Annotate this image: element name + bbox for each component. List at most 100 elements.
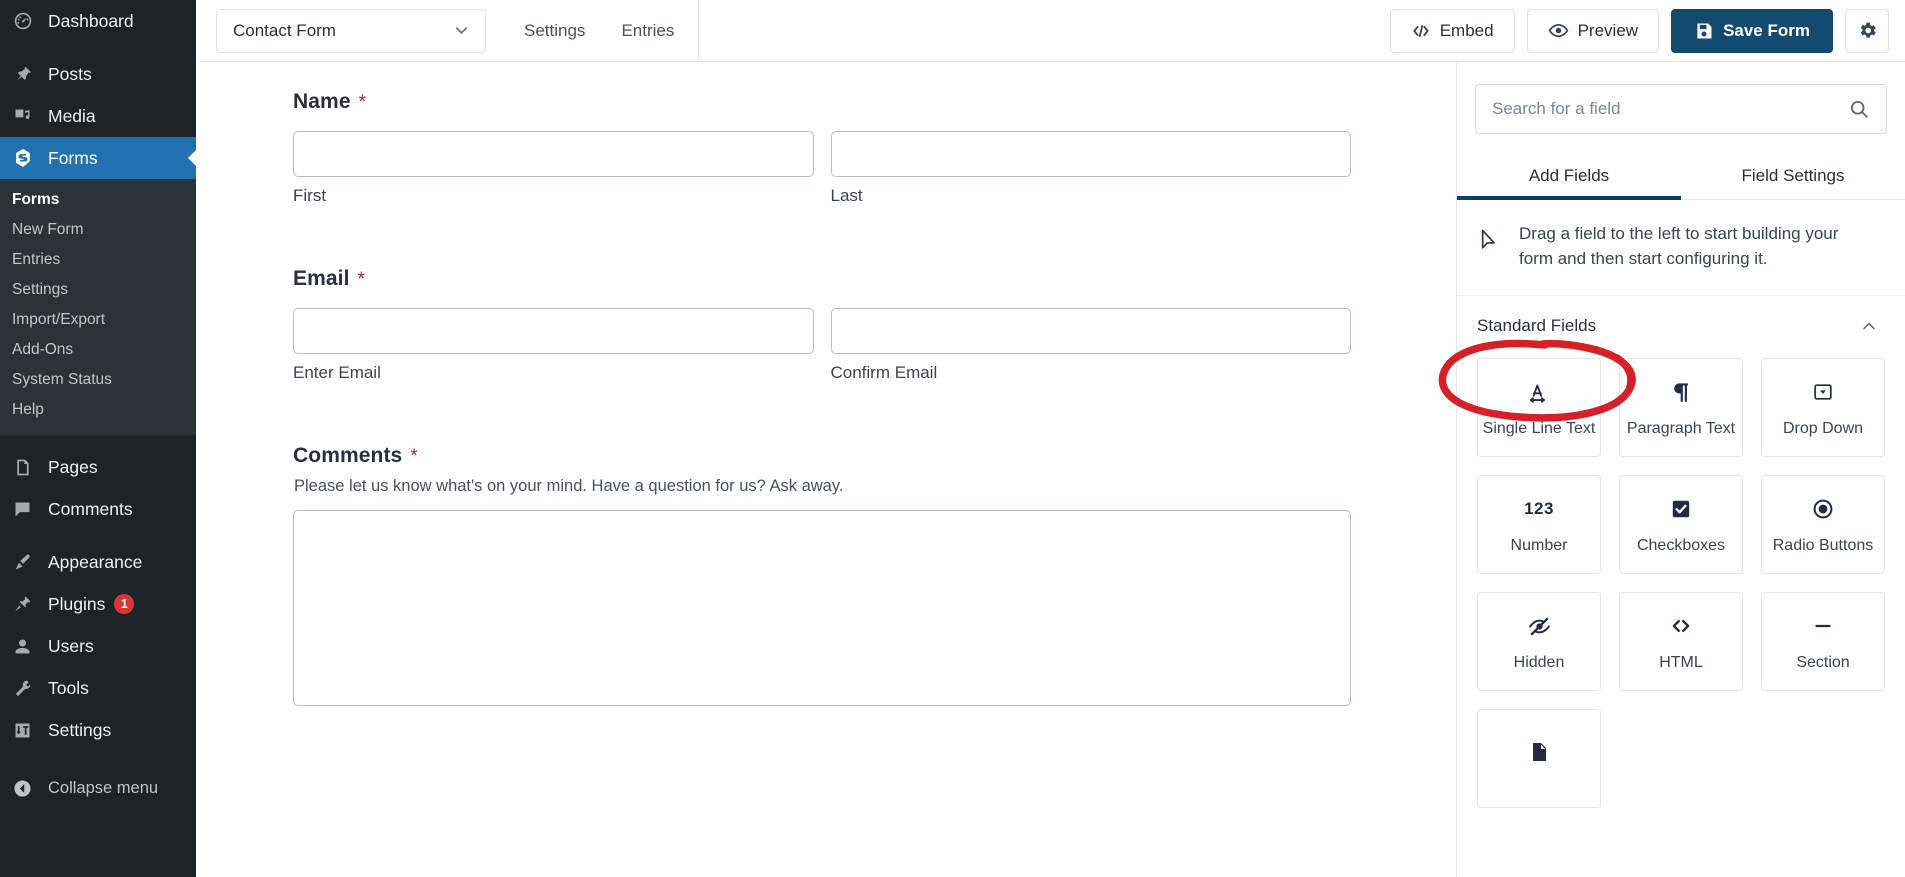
save-form-button[interactable]: Save Form [1671, 8, 1833, 53]
submenu-item-entries[interactable]: Entries [0, 245, 196, 275]
field-tile-label: Drop Down [1782, 420, 1864, 438]
sidebar-item-label: Appearance [48, 551, 143, 572]
submenu-item-add-ons[interactable]: Add-Ons [0, 335, 196, 365]
media-icon [12, 104, 42, 128]
sidebar-item-comments[interactable]: Comments [0, 488, 196, 530]
submenu-item-help[interactable]: Help [0, 395, 196, 425]
sidebar-item-label: Forms [48, 147, 98, 168]
field-tile-page-break[interactable] [1477, 709, 1601, 809]
main-area: Contact Form Settings Entries Embed Prev… [196, 0, 1905, 877]
editor-body: Name * First Last Email * Enter Email Co… [196, 62, 1905, 877]
field-tile-checkboxes[interactable]: Checkboxes [1619, 475, 1743, 575]
tab-entries[interactable]: Entries [621, 21, 674, 41]
eye-icon [1548, 20, 1569, 41]
form-canvas: Name * First Last Email * Enter Email Co… [196, 62, 1456, 877]
standard-fields-section-header[interactable]: Standard Fields [1457, 296, 1905, 356]
field-tile-single-line-text[interactable]: Single Line Text [1477, 358, 1601, 458]
field-tile-drop-down[interactable]: Drop Down [1761, 358, 1885, 458]
submenu-item-forms[interactable]: Forms [0, 185, 196, 215]
field-label: Comments [293, 444, 403, 467]
user-icon [12, 634, 42, 658]
submenu-item-import-export[interactable]: Import/Export [0, 305, 196, 335]
form-settings-button[interactable] [1845, 8, 1889, 53]
field-tile-label: Radio Buttons [1772, 537, 1874, 555]
field-tile-label: Number [1510, 537, 1568, 555]
submenu-item-system-status[interactable]: System Status [0, 365, 196, 395]
field-label-row: Comments * [293, 444, 1351, 468]
field-tile-label: Single Line Text [1482, 420, 1596, 438]
field-label-row: Email * [293, 267, 1351, 291]
last-name-input[interactable] [830, 131, 1351, 177]
sidebar-item-tools[interactable]: Tools [0, 667, 196, 709]
field-tile-paragraph-text[interactable]: Paragraph Text [1619, 358, 1743, 458]
sidebar-item-label: Dashboard [48, 10, 134, 31]
pages-icon [12, 455, 42, 479]
field-tile-radio-buttons[interactable]: Radio Buttons [1761, 475, 1885, 575]
confirm-email-input[interactable] [830, 308, 1351, 354]
preview-button[interactable]: Preview [1526, 8, 1660, 53]
sidebar-item-appearance[interactable]: Appearance [0, 541, 196, 583]
tab-field-settings[interactable]: Field Settings [1681, 156, 1905, 199]
wp-admin-sidebar: Dashboard Posts Media Forms Forms New Fo… [0, 0, 196, 877]
sidebar-item-label: Pages [48, 456, 98, 477]
sidebar-item-settings[interactable]: Settings [0, 709, 196, 751]
chevron-down-icon [452, 21, 471, 40]
field-tile-label: Section [1796, 654, 1850, 672]
form-field-comments[interactable]: Comments * Please let us know what's on … [293, 444, 1351, 706]
sidebar-item-media[interactable]: Media [0, 95, 196, 137]
field-tile-label: HTML [1659, 654, 1703, 672]
field-tile-hidden[interactable]: Hidden [1477, 592, 1601, 692]
submenu-item-new-form[interactable]: New Form [0, 215, 196, 245]
radio-selected-icon [1811, 494, 1835, 524]
plugins-update-badge: 1 [114, 594, 135, 614]
standard-fields-grid: Single Line Text Paragraph Text Drop Dow… [1457, 356, 1905, 828]
tab-settings[interactable]: Settings [524, 21, 585, 41]
collapse-menu-label: Collapse menu [48, 778, 159, 797]
required-asterisk: * [410, 446, 418, 467]
chevron-up-icon[interactable] [1859, 316, 1879, 336]
sidebar-item-pages[interactable]: Pages [0, 446, 196, 488]
sidebar-item-label: Posts [48, 63, 92, 84]
pilcrow-icon [1668, 377, 1694, 407]
drag-hint-text: Drag a field to the left to start buildi… [1519, 224, 1839, 268]
embed-button-label: Embed [1439, 20, 1494, 40]
embed-button[interactable]: Embed [1389, 8, 1515, 53]
forms-submenu: Forms New Form Entries Settings Import/E… [0, 179, 196, 435]
first-name-input[interactable] [293, 131, 814, 177]
toolbar-actions: Embed Preview Save Form [1389, 8, 1889, 53]
field-spacer [293, 410, 1351, 444]
sublabel: Enter Email [293, 363, 381, 382]
sidebar-separator [0, 530, 196, 541]
code-brackets-icon [1411, 21, 1431, 41]
comments-textarea[interactable] [293, 510, 1351, 706]
field-tile-section[interactable]: Section [1761, 592, 1885, 692]
search-input[interactable] [1492, 99, 1848, 119]
collapse-menu-button[interactable]: Collapse menu [0, 767, 196, 809]
form-field-name[interactable]: Name * First Last [293, 90, 1351, 206]
sidebar-item-users[interactable]: Users [0, 625, 196, 667]
tab-add-fields[interactable]: Add Fields [1457, 156, 1681, 200]
enter-email-input[interactable] [293, 308, 814, 354]
field-tile-number[interactable]: 123 Number [1477, 475, 1601, 575]
field-subfield-last: Last [830, 131, 1351, 206]
gear-icon [1857, 20, 1878, 41]
sidebar-item-posts[interactable]: Posts [0, 53, 196, 95]
form-selector-dropdown[interactable]: Contact Form [216, 8, 486, 53]
sidebar-item-label: Tools [48, 677, 89, 698]
field-tile-html[interactable]: HTML [1619, 592, 1743, 692]
field-label-row: Name * [293, 90, 1351, 114]
forms-icon [12, 146, 42, 170]
sidebar-item-label: Plugins [48, 593, 106, 614]
sidebar-item-label: Media [48, 105, 96, 126]
sidebar-item-dashboard[interactable]: Dashboard [0, 0, 196, 42]
form-field-email[interactable]: Email * Enter Email Confirm Email [293, 267, 1351, 383]
text-width-icon [1526, 377, 1552, 407]
search-field-box[interactable] [1475, 84, 1887, 134]
field-tile-label: Paragraph Text [1626, 420, 1736, 438]
dash-icon [1810, 611, 1836, 641]
submenu-item-settings[interactable]: Settings [0, 275, 196, 305]
search-icon[interactable] [1848, 98, 1870, 120]
sidebar-item-forms[interactable]: Forms [0, 137, 196, 179]
sidebar-item-plugins[interactable]: Plugins 1 [0, 583, 196, 625]
panel-tabs: Add Fields Field Settings [1457, 156, 1905, 200]
